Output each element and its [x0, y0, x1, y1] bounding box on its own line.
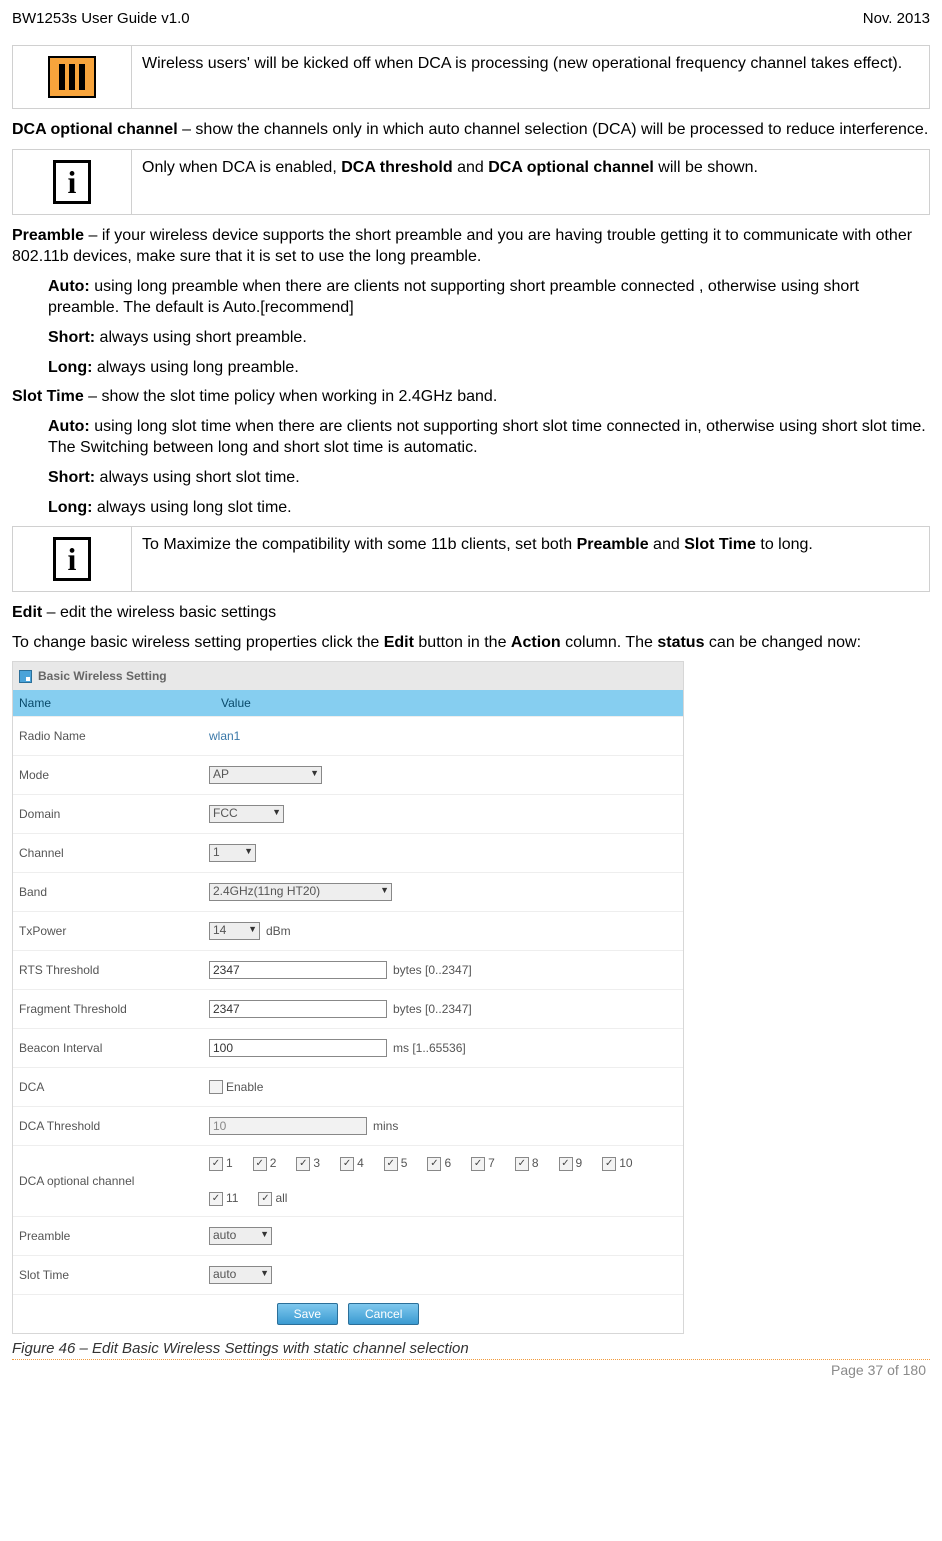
para-change-instruction: To change basic wireless setting propert… [12, 632, 930, 654]
row-preamble: Preamble auto [13, 1216, 683, 1255]
figure-caption: Figure 46 – Edit Basic Wireless Settings… [12, 1340, 930, 1357]
fragment-input[interactable] [209, 1000, 387, 1018]
txpower-select[interactable]: 14 [209, 922, 260, 940]
row-band: Band 2.4GHz(11ng HT20) [13, 872, 683, 911]
row-dca: DCA Enable [13, 1067, 683, 1106]
rts-input[interactable] [209, 961, 387, 979]
dca-ch-1[interactable]: ✓1 [209, 1152, 233, 1175]
row-channel: Channel 1 [13, 833, 683, 872]
mode-select[interactable]: AP [209, 766, 322, 784]
domain-select[interactable]: FCC [209, 805, 284, 823]
para-preamble-short: Short: always using short preamble. [48, 327, 930, 349]
para-slot-short: Short: always using short slot time. [48, 467, 930, 489]
table-header: Name Value [13, 690, 683, 716]
row-domain: Domain FCC [13, 794, 683, 833]
dca-ch-5[interactable]: ✓5 [384, 1152, 408, 1175]
info-icon: i [53, 160, 91, 204]
row-mode: Mode AP [13, 755, 683, 794]
button-row: Save Cancel [13, 1294, 683, 1333]
beacon-hint: ms [1..65536] [393, 1041, 466, 1055]
callout-warning-dca-kick: Wireless users' will be kicked off when … [12, 45, 930, 109]
callout-info-compat: i To Maximize the compatibility with som… [12, 526, 930, 592]
slottime-select[interactable]: auto [209, 1266, 272, 1284]
page-footer: Page 37 of 180 [12, 1362, 930, 1384]
para-preamble-long: Long: always using long preamble. [48, 357, 930, 379]
channel-select[interactable]: 1 [209, 844, 256, 862]
dca-threshold-input [209, 1117, 367, 1135]
col-name: Name [13, 690, 215, 716]
para-preamble: Preamble – if your wireless device suppo… [12, 225, 930, 268]
dca-ch-10[interactable]: ✓10 [602, 1152, 632, 1175]
save-button[interactable]: Save [277, 1303, 338, 1325]
panel-title: Basic Wireless Setting [38, 669, 167, 683]
dca-ch-7[interactable]: ✓7 [471, 1152, 495, 1175]
dca-ch-9[interactable]: ✓9 [559, 1152, 583, 1175]
dca-ch-6[interactable]: ✓6 [427, 1152, 451, 1175]
dca-threshold-unit: mins [373, 1119, 398, 1133]
dca-ch-4[interactable]: ✓4 [340, 1152, 364, 1175]
rts-hint: bytes [0..2347] [393, 963, 472, 977]
basic-wireless-setting-panel: Basic Wireless Setting Name Value Radio … [12, 661, 684, 1334]
para-slot-time: Slot Time – show the slot time policy wh… [12, 386, 930, 408]
band-select[interactable]: 2.4GHz(11ng HT20) [209, 883, 392, 901]
info-icon: i [53, 537, 91, 581]
page-header: BW1253s User Guide v1.0 Nov. 2013 [12, 10, 930, 27]
radio-name-value: wlan1 [209, 729, 240, 743]
dca-ch-11[interactable]: ✓11 [209, 1187, 238, 1210]
header-left: BW1253s User Guide v1.0 [12, 10, 190, 27]
divider [12, 1359, 930, 1360]
callout-text: Wireless users' will be kicked off when … [132, 46, 929, 108]
callout-text: Only when DCA is enabled, DCA threshold … [132, 150, 929, 214]
dca-ch-3[interactable]: ✓3 [296, 1152, 320, 1175]
row-rts: RTS Threshold bytes [0..2347] [13, 950, 683, 989]
panel-icon [19, 670, 32, 683]
callout-info-dca-enabled: i Only when DCA is enabled, DCA threshol… [12, 149, 930, 215]
row-txpower: TxPower 14 dBm [13, 911, 683, 950]
cancel-button[interactable]: Cancel [348, 1303, 419, 1325]
dca-ch-all[interactable]: ✓all [258, 1187, 287, 1210]
col-value: Value [215, 690, 683, 716]
txpower-unit: dBm [266, 924, 291, 938]
dca-enable-checkbox[interactable]: Enable [209, 1080, 263, 1094]
preamble-select[interactable]: auto [209, 1227, 272, 1245]
row-fragment: Fragment Threshold bytes [0..2347] [13, 989, 683, 1028]
beacon-input[interactable] [209, 1039, 387, 1057]
para-slot-long: Long: always using long slot time. [48, 497, 930, 519]
dca-ch-2[interactable]: ✓2 [253, 1152, 277, 1175]
row-beacon: Beacon Interval ms [1..65536] [13, 1028, 683, 1067]
fragment-hint: bytes [0..2347] [393, 1002, 472, 1016]
row-dca-threshold: DCA Threshold mins [13, 1106, 683, 1145]
callout-text: To Maximize the compatibility with some … [132, 527, 929, 591]
warning-icon [48, 56, 96, 98]
para-preamble-auto: Auto: using long preamble when there are… [48, 276, 930, 319]
panel-titlebar: Basic Wireless Setting [13, 662, 683, 690]
para-dca-optional: DCA optional channel – show the channels… [12, 119, 930, 141]
para-slot-auto: Auto: using long slot time when there ar… [48, 416, 930, 459]
row-radio-name: Radio Name wlan1 [13, 716, 683, 755]
para-edit: Edit – edit the wireless basic settings [12, 602, 930, 624]
header-right: Nov. 2013 [863, 10, 930, 27]
row-slot-time: Slot Time auto [13, 1255, 683, 1294]
dca-ch-8[interactable]: ✓8 [515, 1152, 539, 1175]
row-dca-optional: DCA optional channel ✓1 ✓2 ✓3 ✓4 ✓5 ✓6 ✓… [13, 1145, 683, 1216]
